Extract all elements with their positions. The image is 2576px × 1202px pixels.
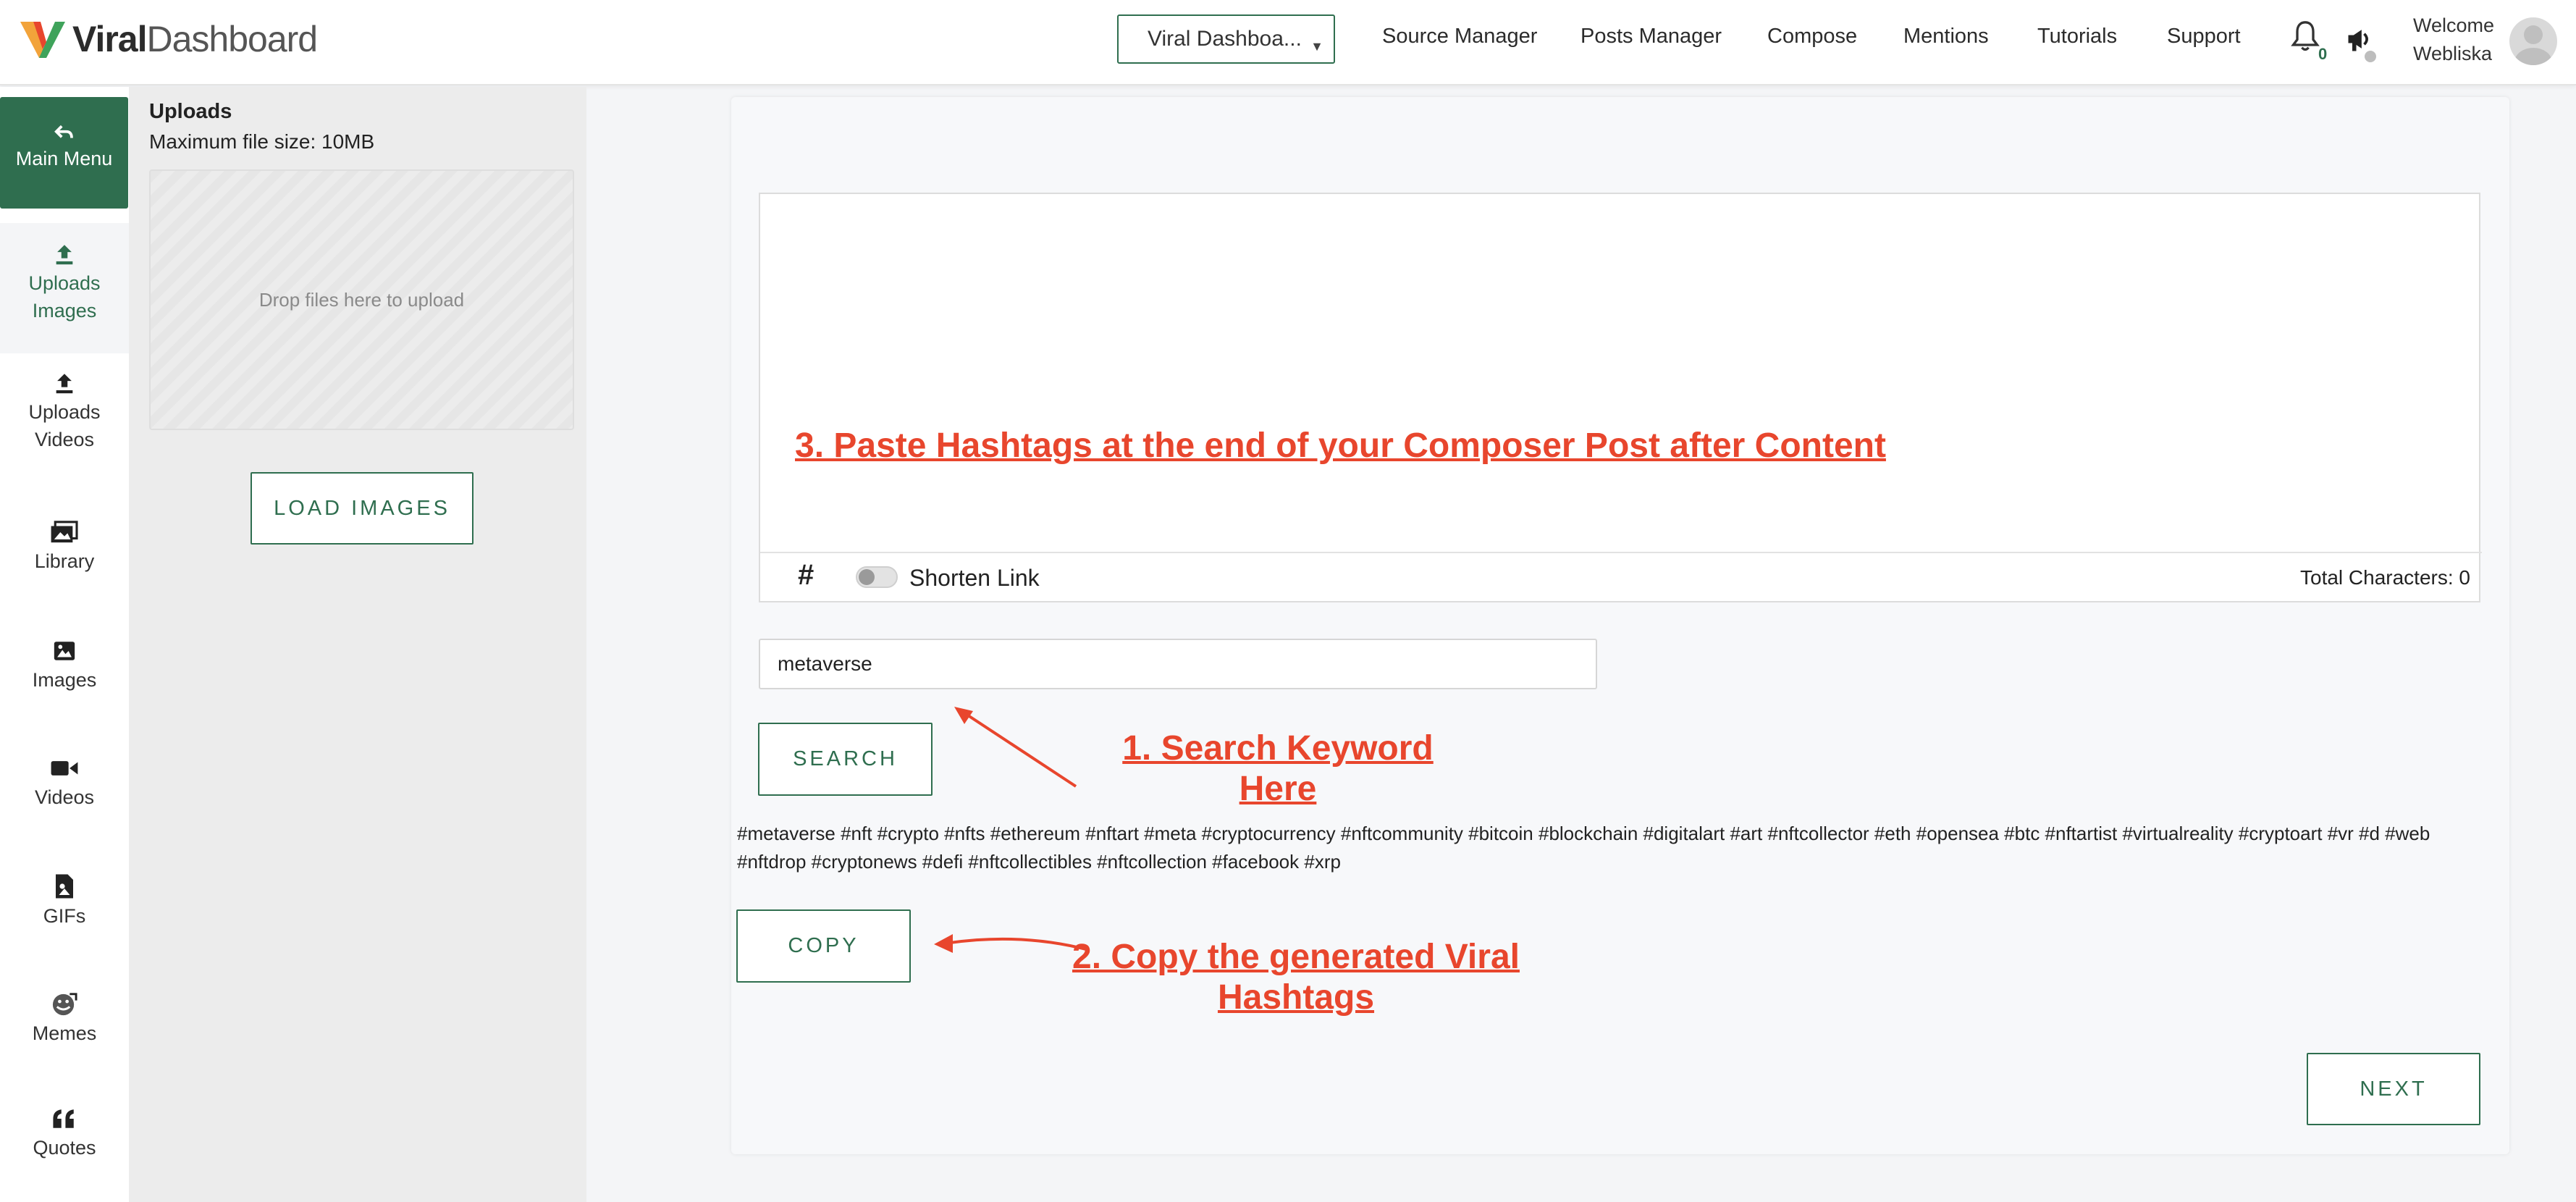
hashtag-button[interactable]: # bbox=[798, 559, 814, 592]
workspace-select-value: Viral Dashboa... bbox=[1148, 27, 1302, 51]
logo-v-icon bbox=[20, 22, 65, 58]
rail-library[interactable]: Library bbox=[0, 520, 129, 575]
arrow-to-search-icon bbox=[954, 707, 1077, 788]
nav-source-manager[interactable]: Source Manager bbox=[1382, 25, 1537, 49]
hashtags-line1: #metaverse #nft #crypto #nfts #ethereum … bbox=[737, 823, 2430, 844]
bell-icon bbox=[2291, 21, 2320, 51]
annotation-copy-hashtags: 2. Copy the generated Viral Hashtags bbox=[1064, 937, 1528, 1018]
rail-uploads-videos-line1: Uploads bbox=[28, 401, 101, 423]
notifications-button[interactable]: 0 bbox=[2289, 19, 2328, 63]
welcome-text: Welcome Webliska bbox=[2413, 12, 2494, 68]
upload-dropzone[interactable]: Drop files here to upload bbox=[149, 169, 574, 430]
nav-compose[interactable]: Compose bbox=[1767, 25, 1857, 49]
annotation-search-line2: Here bbox=[1239, 770, 1317, 808]
notification-count: 0 bbox=[2318, 45, 2328, 63]
annotation-paste-hashtags: 3. Paste Hashtags at the end of your Com… bbox=[795, 426, 1886, 465]
rail-uploads-videos-line2: Videos bbox=[34, 429, 95, 450]
annotation-copy-line1: 2. Copy the generated Viral bbox=[1072, 938, 1520, 976]
back-arrow-icon bbox=[54, 125, 73, 138]
hashtags-line2: #nftdrop #cryptonews #defi #nftcollectib… bbox=[737, 851, 1341, 873]
upload-icon bbox=[56, 374, 73, 394]
rail-images-label: Images bbox=[32, 669, 97, 691]
image-icon bbox=[54, 642, 75, 660]
video-camera-icon bbox=[51, 761, 78, 776]
quote-icon bbox=[53, 1109, 74, 1128]
nav-support[interactable]: Support bbox=[2167, 25, 2241, 49]
rail-images[interactable]: Images bbox=[0, 639, 129, 694]
uploads-title: Uploads bbox=[149, 100, 232, 123]
annotation-search-line1: 1. Search Keyword bbox=[1122, 729, 1434, 768]
rail-main-menu-label: Main Menu bbox=[15, 148, 113, 169]
uploads-panel: Uploads Maximum file size: 10MB Drop fil… bbox=[129, 87, 586, 1202]
shorten-link-label: Shorten Link bbox=[909, 565, 1040, 591]
status-dot bbox=[2365, 51, 2376, 62]
rail-quotes-label: Quotes bbox=[33, 1137, 96, 1159]
rail-uploads-videos[interactable]: Uploads Videos bbox=[0, 371, 129, 453]
rail-main-menu[interactable]: Main Menu bbox=[0, 97, 128, 209]
rail-videos-label: Videos bbox=[34, 786, 95, 808]
rail-uploads-images-line1: Uploads bbox=[28, 272, 101, 294]
rail-quotes[interactable]: Quotes bbox=[0, 1106, 129, 1161]
app-logo[interactable]: ViralDashboard bbox=[17, 16, 318, 62]
meme-face-icon bbox=[52, 993, 77, 1016]
toggle-knob bbox=[859, 569, 875, 585]
library-icon bbox=[51, 521, 78, 543]
annotation-search-keyword: 1. Search Keyword Here bbox=[1100, 728, 1455, 810]
rail-gifs[interactable]: GIFs bbox=[0, 873, 129, 930]
rail-memes[interactable]: Memes bbox=[0, 991, 129, 1047]
avatar[interactable] bbox=[2509, 17, 2557, 65]
copy-button[interactable]: COPY bbox=[736, 909, 911, 983]
rail-uploads-images[interactable]: Uploads Images bbox=[0, 223, 129, 353]
rail-uploads-images-line2: Images bbox=[32, 300, 97, 321]
gif-file-icon bbox=[56, 874, 73, 899]
rail-memes-label: Memes bbox=[32, 1022, 97, 1044]
side-rail: Main Menu Uploads Images Uploads Videos … bbox=[0, 87, 129, 1202]
load-images-button[interactable]: LOAD IMAGES bbox=[251, 472, 473, 545]
shorten-link-toggle[interactable] bbox=[856, 566, 898, 588]
username: Webliska bbox=[2413, 43, 2493, 64]
dropzone-text: Drop files here to upload bbox=[258, 288, 465, 311]
logo-text: ViralDashboard bbox=[72, 19, 318, 59]
nav-posts-manager[interactable]: Posts Manager bbox=[1580, 25, 1722, 49]
max-file-size: Maximum file size: 10MB bbox=[149, 130, 375, 153]
composer-editor[interactable]: # Shorten Link Total Characters: 0 bbox=[759, 193, 2482, 602]
rail-library-label: Library bbox=[34, 550, 95, 572]
nav-mentions[interactable]: Mentions bbox=[1903, 25, 1989, 49]
generated-hashtags[interactable]: #metaverse #nft #crypto #nfts #ethereum … bbox=[737, 820, 2489, 876]
rail-gifs-label: GIFs bbox=[43, 905, 86, 927]
total-characters: Total Characters: 0 bbox=[2300, 566, 2470, 589]
welcome-label: Welcome bbox=[2413, 14, 2495, 36]
upload-icon bbox=[56, 245, 73, 265]
top-header: ViralDashboard Viral Dashboa... ▼ Source… bbox=[0, 0, 2576, 85]
hashtag-search-input[interactable] bbox=[759, 639, 1597, 689]
composer-toolbar: # Shorten Link Total Characters: 0 bbox=[760, 552, 2482, 602]
chevron-down-icon: ▼ bbox=[1310, 39, 1323, 54]
rail-videos[interactable]: Videos bbox=[0, 756, 129, 811]
search-button[interactable]: SEARCH bbox=[758, 723, 933, 796]
user-avatar-icon bbox=[2514, 25, 2552, 65]
workspace-select[interactable]: Viral Dashboa... ▼ bbox=[1117, 14, 1335, 64]
annotation-copy-line2: Hashtags bbox=[1217, 978, 1375, 1017]
next-button[interactable]: NEXT bbox=[2307, 1053, 2480, 1125]
nav-tutorials[interactable]: Tutorials bbox=[2037, 25, 2117, 49]
